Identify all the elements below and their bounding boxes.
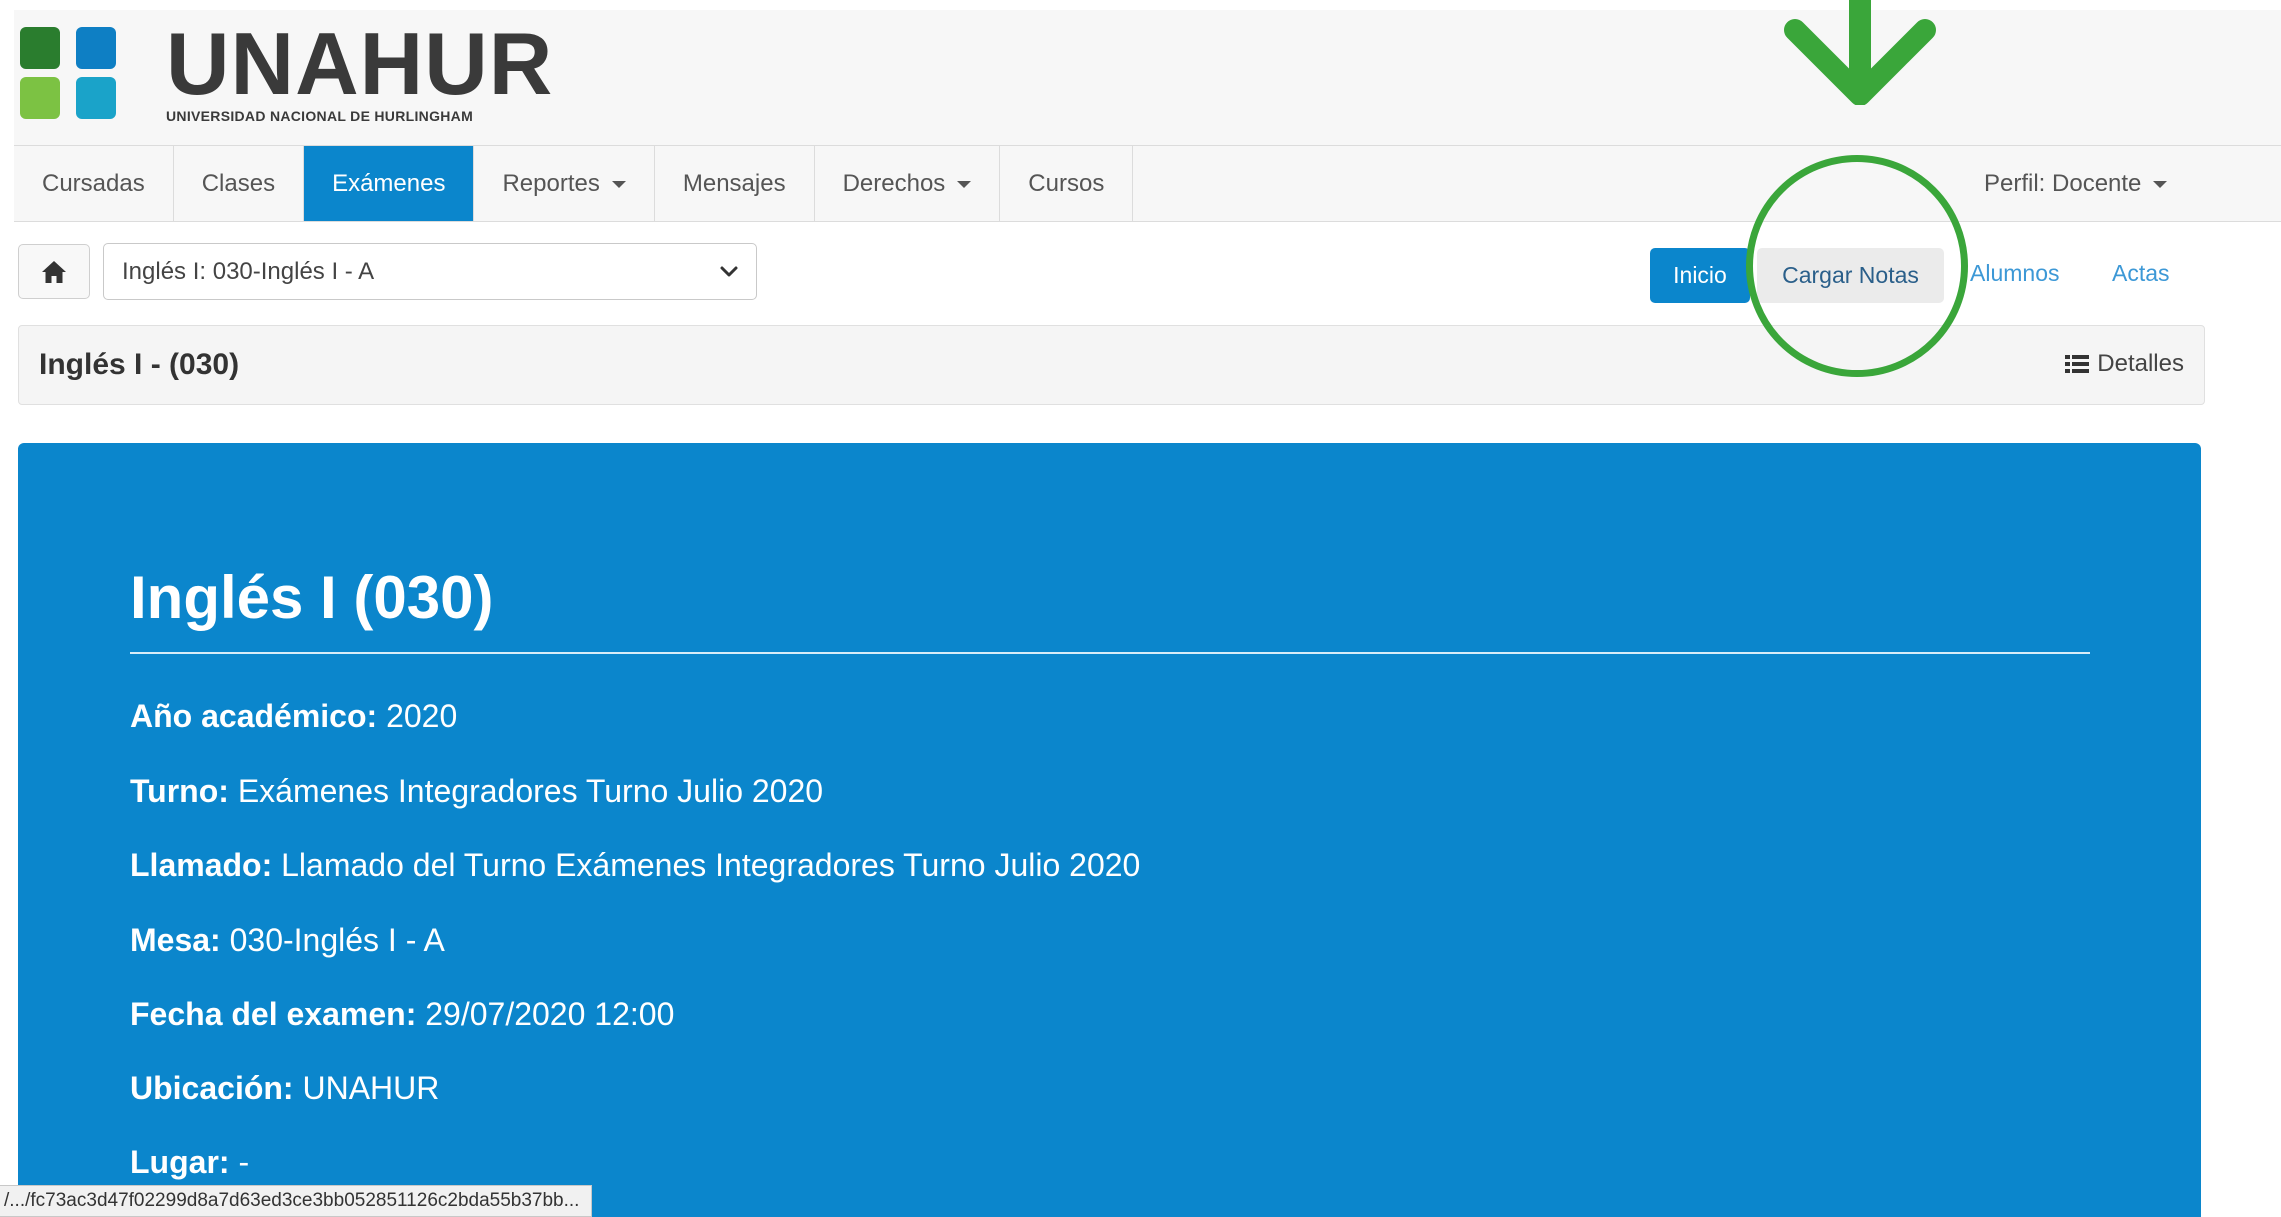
nav-label: Derechos [842,169,946,197]
info-row-lugar: Lugar: - [130,1144,249,1181]
inicio-button[interactable]: Inicio [1650,248,1750,303]
info-row-turno: Turno: Exámenes Integradores Turno Julio… [130,773,823,810]
info-row-anio: Año académico: 2020 [130,698,457,735]
list-icon [2065,355,2090,373]
info-key: Ubicación: [130,1070,294,1106]
nav-item-mensajes[interactable]: Mensajes [655,146,815,221]
exam-title-panel: Inglés I - (030) Detalles [18,325,2205,405]
detalles-button[interactable]: Detalles [2065,350,2184,378]
info-row-ubicacion: Ubicación: UNAHUR [130,1070,439,1107]
info-key: Llamado: [130,847,273,883]
nav-label: Cursos [1028,169,1105,197]
info-value: - [238,1144,250,1180]
nav-label: Clases [201,169,276,197]
info-row-mesa: Mesa: 030-Inglés I - A [130,922,445,959]
caret-down-icon [611,181,626,188]
detalles-label: Detalles [2097,350,2184,377]
exam-select-value: Inglés I: 030-Inglés I - A [122,257,375,285]
alumnos-link[interactable]: Alumnos [1970,260,2059,287]
info-value: Exámenes Integradores Turno Julio 2020 [237,773,824,809]
info-row-llamado: Llamado: Llamado del Turno Exámenes Inte… [130,847,1140,884]
nav-item-cursadas[interactable]: Cursadas [14,146,174,221]
home-icon [42,260,66,283]
caret-down-icon [957,181,972,188]
info-value: 29/07/2020 12:00 [425,996,675,1032]
status-url: /.../fc73ac3d47f02299d8a7d63ed3ce3bb0528… [4,1190,580,1211]
actas-link[interactable]: Actas [2112,260,2170,287]
info-key: Lugar: [130,1144,230,1180]
cargar-notas-label: Cargar Notas [1782,262,1919,288]
logo-mark-icon [20,23,138,123]
profile-label: Perfil: Docente [1984,169,2142,197]
status-bar-url: /.../fc73ac3d47f02299d8a7d63ed3ce3bb0528… [0,1185,593,1217]
info-value: Llamado del Turno Exámenes Integradores … [281,847,1141,883]
info-heading: Inglés I (030) [130,564,494,631]
brand-logo[interactable]: UNAHUR UNIVERSIDAD NACIONAL DE HURLINGHA… [20,18,553,128]
exam-info-box: Inglés I (030) Año académico: 2020 Turno… [18,443,2201,1217]
nav-label: Cursadas [42,169,145,197]
chevron-down-icon [720,266,738,277]
nav-item-examenes[interactable]: Exámenes [304,146,475,221]
inicio-label: Inicio [1673,262,1727,288]
brand-title: UNAHUR [166,14,554,113]
cargar-notas-button[interactable]: Cargar Notas [1757,248,1944,303]
profile-dropdown[interactable]: Perfil: Docente [1984,146,2168,221]
logo-text: UNAHUR UNIVERSIDAD NACIONAL DE HURLINGHA… [166,14,554,125]
nav-item-derechos[interactable]: Derechos [815,146,1001,221]
brand-subtitle: UNIVERSIDAD NACIONAL DE HURLINGHAM [166,108,474,124]
info-value: UNAHUR [302,1070,440,1106]
nav-label: Exámenes [332,169,446,197]
exam-select[interactable]: Inglés I: 030-Inglés I - A [103,243,757,300]
nav-label: Mensajes [682,169,786,197]
main-navbar: Cursadas Clases Exámenes Reportes Mensaj… [14,145,2281,222]
info-key: Mesa: [130,922,221,958]
heading-divider [130,652,2090,654]
panel-title: Inglés I - (030) [39,348,240,381]
info-value: 030-Inglés I - A [229,922,445,958]
nav-label: Reportes [502,169,600,197]
info-key: Turno: [130,773,229,809]
info-row-fecha: Fecha del examen: 29/07/2020 12:00 [130,996,674,1033]
caret-down-icon [2153,181,2168,188]
home-button[interactable] [18,244,90,299]
info-key: Fecha del examen: [130,996,417,1032]
info-value: 2020 [386,698,458,734]
nav-item-clases[interactable]: Clases [174,146,305,221]
nav-item-reportes[interactable]: Reportes [474,146,655,221]
header: UNAHUR UNIVERSIDAD NACIONAL DE HURLINGHA… [14,10,2281,145]
nav-item-cursos[interactable]: Cursos [1000,146,1134,221]
info-key: Año académico: [130,698,378,734]
page: UNAHUR UNIVERSIDAD NACIONAL DE HURLINGHA… [0,0,2281,1217]
